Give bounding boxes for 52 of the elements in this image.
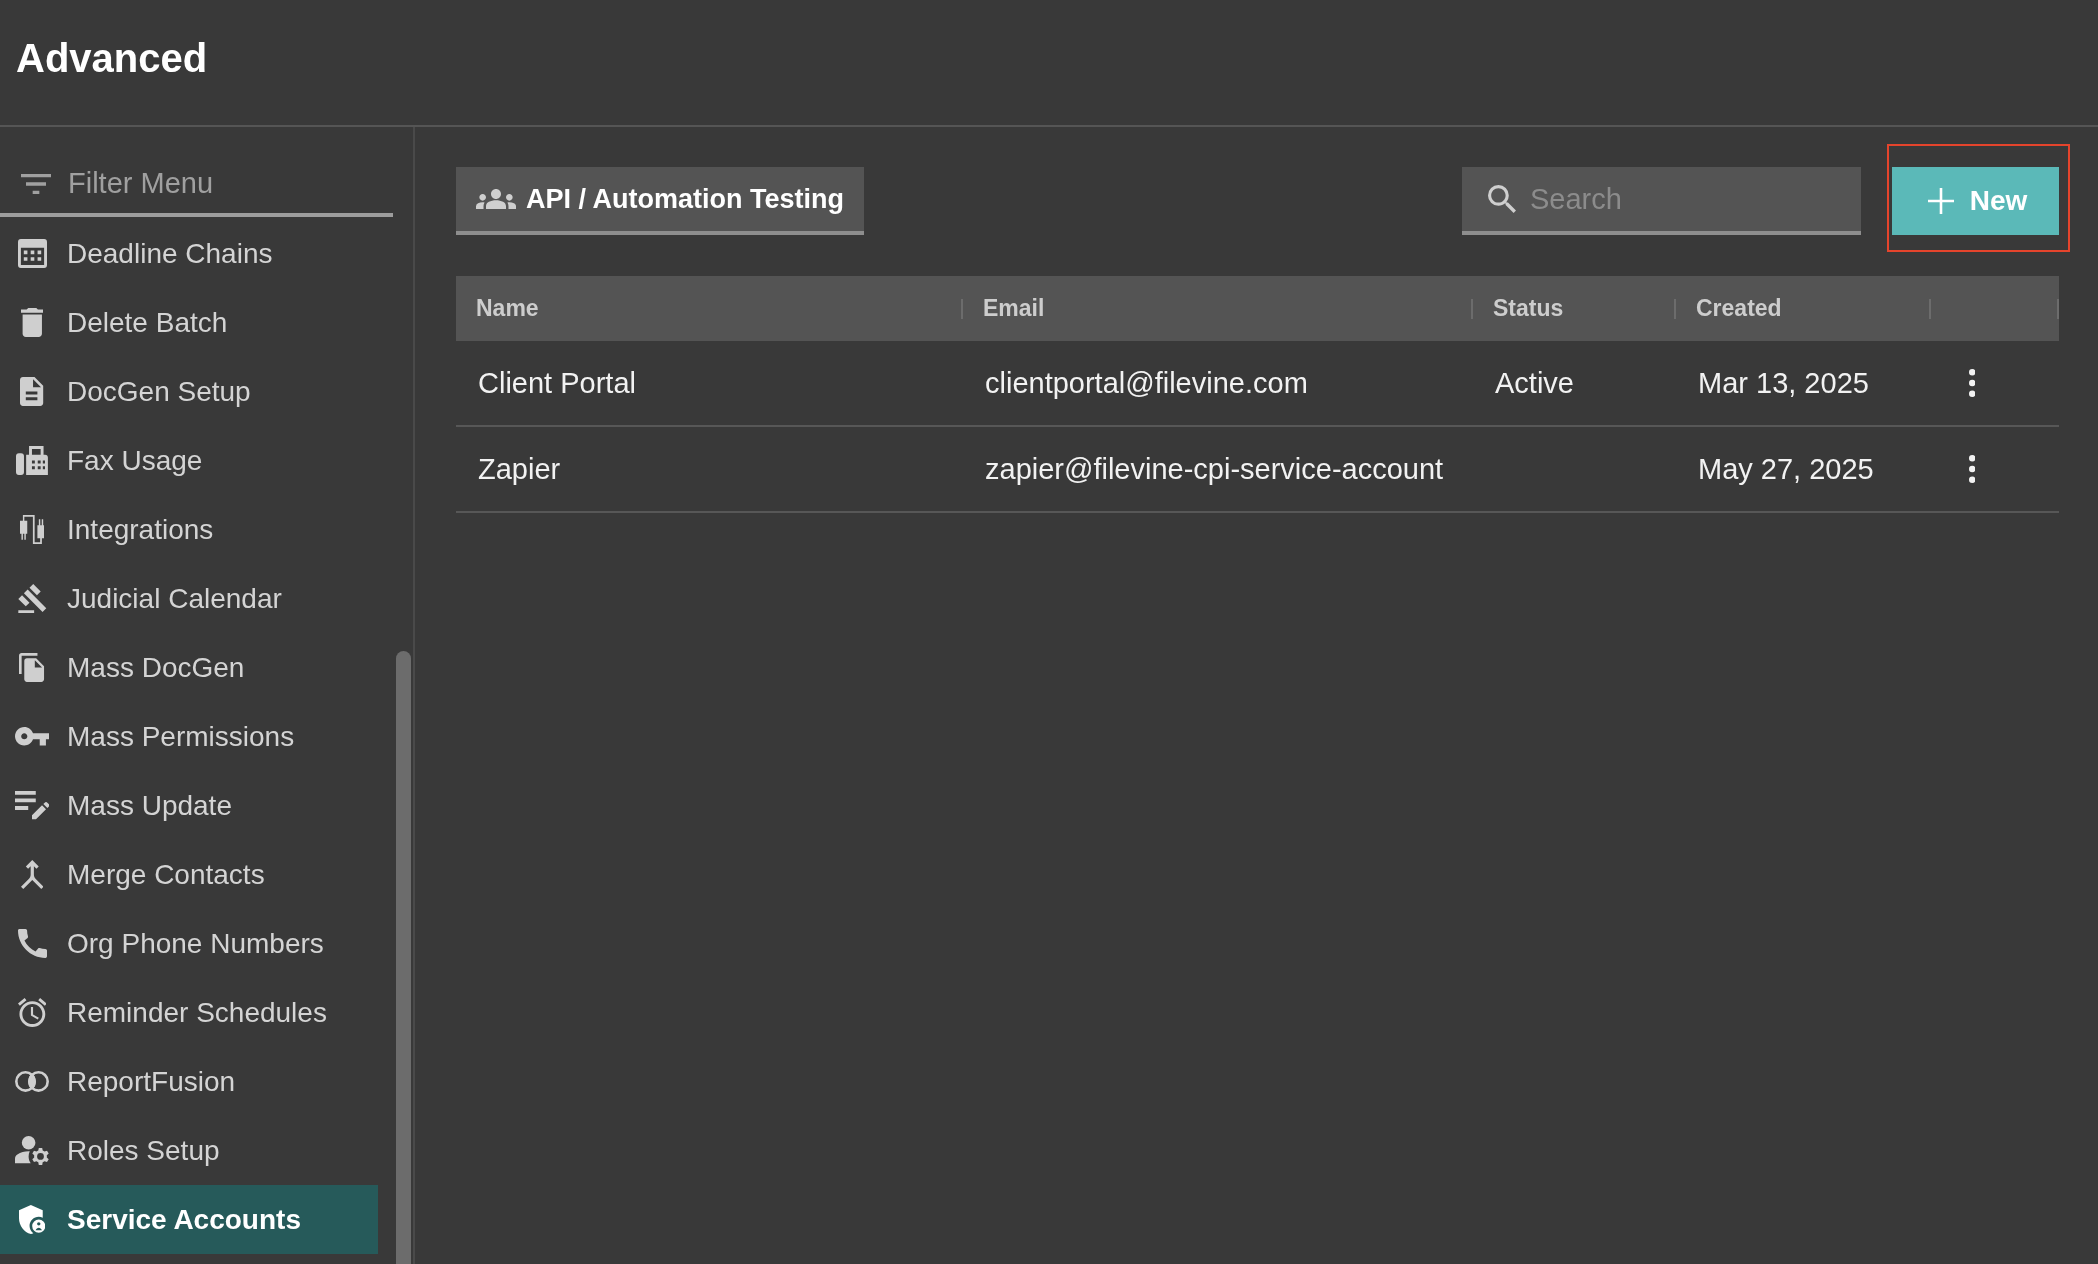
table-cell: zapier@filevine-cpi-service-account [985,452,1444,486]
search-icon [1488,185,1516,213]
sidebar-item[interactable]: DocGen Setup [0,357,378,426]
sidebar-item[interactable]: Deadline Chains [0,219,378,288]
sidebar-item[interactable]: Service Accounts [0,1185,378,1254]
sidebar-item[interactable]: Mass DocGen [0,633,378,702]
alarm-clock-icon [17,998,47,1027]
more-options-icon[interactable] [1969,455,1976,483]
plugs-icon [19,515,45,544]
phone-icon [17,929,47,958]
sidebar-item[interactable]: Delete Batch [0,288,378,357]
sidebar-item[interactable]: ReportFusion [0,1047,378,1116]
merge-icon [20,860,44,889]
table-cell: Client Portal [478,366,636,400]
key-icon [15,727,49,746]
gavel-icon [17,584,47,613]
table-cell: Zapier [478,452,561,486]
sidebar-item[interactable]: Reminder Schedules [0,978,378,1047]
group-button[interactable]: API / Automation Testing [456,167,864,235]
sidebar-item[interactable]: Roles Setup [0,1116,378,1185]
table-cell: May 27, 2025 [1698,452,1874,486]
column-header: Name [476,295,539,322]
page-title: Advanced [16,35,208,80]
column-header: Email [983,295,1045,322]
shield-person-icon [18,1205,46,1234]
table-cell: clientportal@filevine.com [985,366,1308,400]
table-cell: Active [1495,366,1574,400]
table-cell: Mar 13, 2025 [1698,366,1869,400]
documents-icon [19,653,45,682]
sidebar-item[interactable]: Org Phone Numbers [0,909,378,978]
sidebar-item[interactable]: Merge Contacts [0,840,378,909]
sidebar-item[interactable]: Mass Permissions [0,702,378,771]
fax-icon [16,446,48,475]
more-options-icon[interactable] [1969,369,1976,397]
calendar-icon [17,239,47,268]
person-gear-icon [15,1136,49,1165]
scrollbar-thumb[interactable] [396,651,411,1264]
search-field[interactable]: Search [1462,167,1861,235]
sidebar-item[interactable]: Judicial Calendar [0,564,378,633]
people-group-icon [476,189,516,209]
sidebar-item[interactable]: Integrations [0,495,378,564]
document-icon [20,377,44,406]
list-pencil-icon [15,791,49,820]
filter-field[interactable]: Filter Menu [0,153,393,217]
column-header: Status [1493,295,1564,322]
sidebar-item[interactable]: Mass Update [0,771,378,840]
sidebar-item[interactable]: Fax Usage [0,426,378,495]
column-header: Created [1696,295,1782,322]
trash-icon [20,308,44,337]
filter-icon [21,174,51,194]
plus-icon [1927,188,1954,214]
overlapping-circles-icon [15,1071,49,1092]
